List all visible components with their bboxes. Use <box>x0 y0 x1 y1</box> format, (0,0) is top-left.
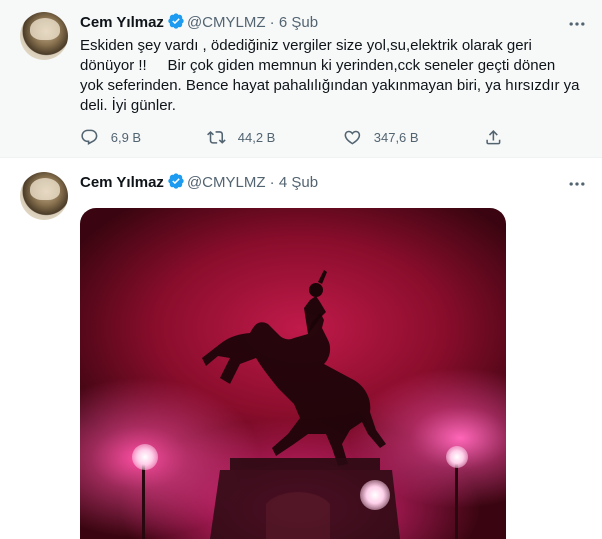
reply-button[interactable]: 6,9 B <box>80 126 141 148</box>
flare-light <box>132 444 158 470</box>
tweet-date[interactable]: 6 Şub <box>279 14 318 31</box>
like-count: 347,6 B <box>373 129 419 145</box>
like-button[interactable]: 347,6 B <box>343 126 419 148</box>
more-horizontal-icon[interactable] <box>567 174 587 194</box>
author-handle[interactable]: @CMYLMZ <box>187 14 266 31</box>
tweet-header: Cem Yılmaz @CMYLMZ · 4 Şub <box>80 172 318 196</box>
tweet[interactable]: Cem Yılmaz @CMYLMZ · 6 Şub Eskiden şey va… <box>0 0 602 158</box>
share-button[interactable] <box>484 126 515 148</box>
tweet-date[interactable]: 4 Şub <box>279 174 318 191</box>
flare-light <box>446 446 468 468</box>
tweet-header: Cem Yılmaz @CMYLMZ · 6 Şub <box>80 12 318 36</box>
author-name[interactable]: Cem Yılmaz <box>80 14 164 31</box>
share-icon <box>486 129 501 145</box>
retweet-count: 44,2 B <box>237 129 276 145</box>
avatar[interactable] <box>20 12 68 60</box>
reply-icon <box>81 129 98 145</box>
verified-badge-icon <box>167 172 185 196</box>
tweet-actions: 6,9 B 44,2 B 347,6 B <box>80 126 580 148</box>
author-handle[interactable]: @CMYLMZ <box>187 174 266 191</box>
retweet-icon <box>207 130 226 144</box>
separator-dot: · <box>269 14 275 31</box>
tweet-text: Eskiden şey vardı , ödediğiniz vergiler … <box>80 37 584 114</box>
tweet[interactable]: Cem Yılmaz @CMYLMZ · 4 Şub <box>0 160 602 539</box>
heart-icon <box>344 130 361 145</box>
equestrian-statue-silhouette <box>142 270 458 539</box>
tweet-photo[interactable] <box>80 208 506 539</box>
verified-badge-icon <box>167 12 185 36</box>
flare-light <box>360 480 390 510</box>
retweet-button[interactable]: 44,2 B <box>207 126 275 148</box>
more-horizontal-icon[interactable] <box>567 14 587 34</box>
separator-dot: · <box>269 174 275 191</box>
author-name[interactable]: Cem Yılmaz <box>80 174 164 191</box>
avatar[interactable] <box>20 172 68 220</box>
reply-count: 6,9 B <box>110 129 142 145</box>
